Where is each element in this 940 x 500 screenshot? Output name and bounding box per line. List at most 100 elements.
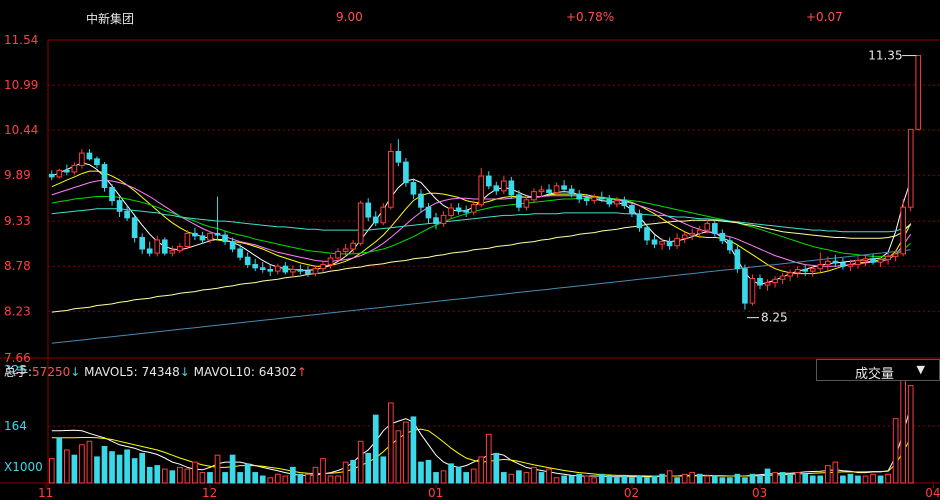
candle-body	[131, 217, 138, 239]
volume-bar	[794, 472, 801, 484]
volume-bar	[184, 468, 191, 484]
candle-body	[915, 55, 922, 130]
volume-bar	[855, 475, 861, 484]
candle-body	[463, 209, 469, 213]
volume-tick-label: 164	[4, 419, 27, 433]
volume-bar	[817, 475, 824, 484]
candle-body	[847, 264, 854, 267]
candle-body	[892, 253, 899, 257]
candle-body	[207, 232, 213, 241]
candle-body	[689, 232, 696, 236]
volume-bar	[629, 477, 635, 484]
volume-bar	[614, 477, 620, 484]
volume-bar	[365, 452, 372, 484]
max-price-label: 11.35	[868, 49, 902, 63]
volume-bar	[485, 433, 492, 484]
candle-body	[433, 217, 439, 225]
volume-bar	[192, 461, 198, 484]
price-tick-label: 10.44	[4, 123, 38, 137]
candle-body	[855, 259, 861, 266]
volume-bar	[538, 472, 545, 484]
candle-body	[297, 268, 304, 272]
volume-bar	[357, 440, 364, 484]
candle-body	[410, 182, 417, 195]
volume-bar	[523, 472, 530, 484]
candle-body	[508, 180, 515, 196]
candle-body	[71, 164, 78, 173]
candle-body	[124, 210, 130, 219]
candle-body	[305, 270, 311, 275]
candle-body	[772, 278, 778, 284]
volume-bar	[372, 414, 379, 484]
price-tick-label: 8.78	[4, 259, 31, 273]
volume-bar	[727, 477, 733, 484]
volume-bar	[101, 445, 108, 484]
candlestick-chart[interactable]: 11.5410.9910.449.899.338.788.237.66 3251…	[0, 0, 940, 500]
volume-bar	[583, 475, 590, 484]
mavol5-label: MAVOL5:	[84, 365, 138, 379]
candle-body	[350, 242, 356, 250]
min-price-label: 8.25	[761, 311, 788, 325]
volume-bar	[659, 473, 665, 484]
candle-body	[274, 265, 281, 272]
time-tick-label: 12	[202, 486, 217, 500]
candle-body	[448, 207, 454, 216]
price-tick-label: 8.23	[4, 304, 31, 318]
volume-bar	[840, 475, 846, 484]
volume-bar	[267, 477, 274, 484]
volume-bar	[274, 473, 281, 484]
volume-bar	[463, 472, 469, 484]
volume-bar	[501, 472, 507, 484]
volume-bar	[259, 475, 266, 484]
candle-body	[327, 257, 334, 266]
candle-body	[659, 241, 665, 245]
candle-body	[719, 232, 726, 242]
volume-bar	[689, 472, 696, 484]
candle-body	[161, 239, 168, 254]
volume-bar	[636, 475, 643, 484]
candle-body	[101, 164, 108, 189]
candle-body	[704, 223, 711, 231]
volume-bar	[847, 473, 854, 484]
candle-body	[282, 265, 289, 273]
candle-body	[403, 161, 409, 184]
volume-bar	[79, 444, 85, 484]
volume-bar	[94, 456, 100, 484]
volume-bar	[207, 472, 213, 484]
volume-bar	[508, 473, 515, 484]
volume-bar	[161, 468, 168, 484]
volume-bar	[86, 440, 93, 484]
volume-bar	[395, 430, 402, 484]
volume-bar	[48, 458, 55, 484]
volume-bar	[440, 470, 447, 484]
volume-bar	[131, 458, 138, 484]
candle-body	[907, 128, 914, 208]
volume-bar	[214, 454, 221, 484]
volume-bar	[169, 470, 176, 484]
candle-body	[749, 278, 756, 304]
volume-bar	[809, 475, 816, 484]
volume-bar	[244, 463, 251, 484]
candle-body	[591, 196, 598, 202]
volume-bar	[124, 449, 130, 484]
candle-body	[666, 241, 673, 247]
candle-body	[711, 223, 718, 234]
candle-body	[94, 158, 100, 166]
price-ma-line	[51, 219, 912, 313]
candle-body	[742, 268, 748, 304]
candle-body	[109, 187, 115, 202]
volume-bar	[885, 473, 891, 484]
indicator-select[interactable]: 成交量 ▼	[816, 359, 940, 382]
price-tick-label: 9.33	[4, 214, 31, 228]
volume-bar	[154, 465, 161, 484]
volume-label: 总手:	[4, 365, 33, 379]
mavol10-label: MAVOL10:	[193, 365, 255, 379]
volume-bar	[546, 468, 552, 484]
volume-bar	[139, 452, 146, 484]
candle-body	[252, 264, 259, 269]
candle-body	[681, 234, 688, 239]
candle-body	[802, 268, 809, 272]
candle-body	[146, 248, 153, 254]
candle-body	[312, 268, 319, 275]
volume-bar	[561, 475, 567, 484]
